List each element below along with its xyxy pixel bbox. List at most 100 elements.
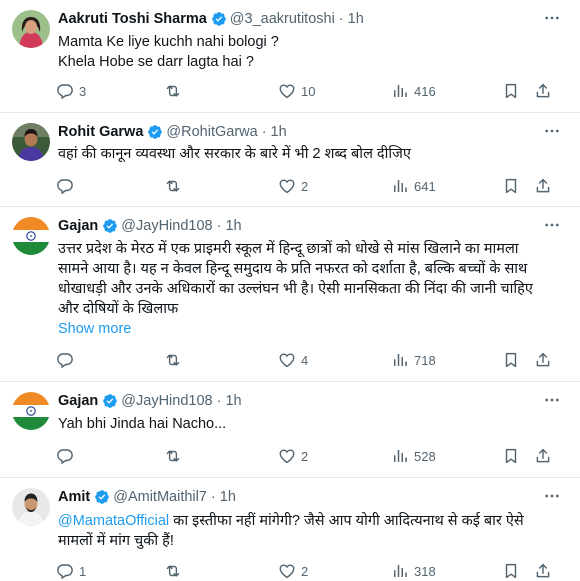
like-count: 10 <box>301 83 316 99</box>
views-button[interactable]: 318 <box>391 561 436 581</box>
more-icon[interactable] <box>542 8 562 28</box>
share-icon <box>534 177 552 195</box>
avatar[interactable] <box>12 217 50 255</box>
more-icon[interactable] <box>542 121 562 141</box>
like-count: 2 <box>301 178 309 194</box>
timestamp[interactable]: 1h <box>225 218 241 234</box>
like-icon <box>278 351 296 369</box>
bookmark-button[interactable] <box>502 561 520 581</box>
tweet[interactable]: Amit @AmitMaithil7 · 1h @MamataOfficial … <box>0 478 580 580</box>
view-count: 528 <box>414 448 436 464</box>
bookmark-button[interactable] <box>502 350 520 370</box>
timestamp[interactable]: 1h <box>225 393 241 409</box>
display-name[interactable]: Amit <box>58 489 90 505</box>
reply-count: 3 <box>79 83 87 99</box>
verified-badge-icon <box>102 393 118 409</box>
retweet-button[interactable] <box>164 81 187 101</box>
verified-badge-icon <box>94 489 110 505</box>
reply-button[interactable] <box>56 446 79 466</box>
text-line: Yah bhi Jinda hai Nacho... <box>58 416 227 432</box>
reply-icon <box>56 562 74 580</box>
share-button[interactable] <box>534 446 552 466</box>
bookmark-icon <box>502 562 520 580</box>
timestamp[interactable]: 1h <box>220 489 236 505</box>
share-button[interactable] <box>534 561 552 581</box>
like-button[interactable]: 4 <box>278 350 308 370</box>
user-handle[interactable]: @RohitGarwa <box>166 124 257 140</box>
user-handle[interactable]: @JayHind108 <box>121 393 212 409</box>
action-bar: 2 641 <box>56 176 566 196</box>
separator-dot: · <box>216 218 222 234</box>
views-button[interactable]: 528 <box>391 446 436 466</box>
more-icon[interactable] <box>542 215 562 235</box>
reply-button[interactable] <box>56 350 79 370</box>
avatar[interactable] <box>12 488 50 526</box>
more-icon[interactable] <box>542 486 562 506</box>
views-button[interactable]: 416 <box>391 81 436 101</box>
like-button[interactable]: 10 <box>278 81 315 101</box>
bookmark-button[interactable] <box>502 446 520 466</box>
share-button[interactable] <box>534 176 552 196</box>
retweet-icon <box>164 562 182 580</box>
reply-button[interactable]: 3 <box>56 81 86 101</box>
more-icon[interactable] <box>542 390 562 410</box>
view-count: 641 <box>414 178 436 194</box>
verified-badge-icon <box>102 218 118 234</box>
like-button[interactable]: 2 <box>278 561 308 581</box>
share-icon <box>534 447 552 465</box>
tweet[interactable]: Gajan @JayHind108 · 1h उत्तर प्रदेश के म… <box>0 207 580 382</box>
like-icon <box>278 447 296 465</box>
like-count: 2 <box>301 448 309 464</box>
separator-dot: · <box>338 11 344 27</box>
timestamp[interactable]: 1h <box>348 11 364 27</box>
share-button[interactable] <box>534 81 552 101</box>
retweet-button[interactable] <box>164 350 187 370</box>
like-icon <box>278 177 296 195</box>
timestamp[interactable]: 1h <box>271 124 287 140</box>
bookmark-button[interactable] <box>502 81 520 101</box>
retweet-button[interactable] <box>164 176 187 196</box>
mention-link[interactable]: @MamataOfficial <box>58 513 169 529</box>
reply-button[interactable]: 1 <box>56 561 86 581</box>
display-name[interactable]: Gajan <box>58 218 98 234</box>
views-button[interactable]: 641 <box>391 176 436 196</box>
reply-icon <box>56 447 74 465</box>
share-button[interactable] <box>534 350 552 370</box>
avatar[interactable] <box>12 10 50 48</box>
user-handle[interactable]: @JayHind108 <box>121 218 212 234</box>
separator-dot: · <box>261 124 267 140</box>
reply-button[interactable] <box>56 176 79 196</box>
user-handle[interactable]: @3_aakrutitoshi <box>230 11 335 27</box>
like-button[interactable]: 2 <box>278 176 308 196</box>
avatar[interactable] <box>12 392 50 430</box>
like-icon <box>278 562 296 580</box>
display-name[interactable]: Gajan <box>58 393 98 409</box>
separator-dot: · <box>216 393 222 409</box>
like-count: 4 <box>301 352 309 368</box>
views-icon <box>391 351 409 369</box>
display-name[interactable]: Rohit Garwa <box>58 124 143 140</box>
user-handle[interactable]: @AmitMaithil7 <box>113 489 207 505</box>
retweet-button[interactable] <box>164 561 187 581</box>
views-button[interactable]: 718 <box>391 350 436 370</box>
tweet-header: Amit @AmitMaithil7 · 1h <box>58 488 236 506</box>
views-icon <box>391 447 409 465</box>
tweet-text: Mamta Ke liye kuchh nahi bologi ? Khela … <box>58 32 558 72</box>
bookmark-button[interactable] <box>502 176 520 196</box>
tweet[interactable]: Aakruti Toshi Sharma @3_aakrutitoshi · 1… <box>0 0 580 113</box>
view-count: 318 <box>414 563 436 579</box>
show-more-link[interactable]: Show more <box>58 319 558 339</box>
view-count: 718 <box>414 352 436 368</box>
tweet[interactable]: Rohit Garwa @RohitGarwa · 1h वहां की कान… <box>0 113 580 207</box>
like-button[interactable]: 2 <box>278 446 308 466</box>
share-icon <box>534 562 552 580</box>
retweet-icon <box>164 351 182 369</box>
text-line: उत्तर प्रदेश के मेरठ में एक प्राइमरी स्क… <box>58 241 519 257</box>
retweet-button[interactable] <box>164 446 187 466</box>
views-icon <box>391 177 409 195</box>
reply-icon <box>56 351 74 369</box>
tweet[interactable]: Gajan @JayHind108 · 1h Yah bhi Jinda hai… <box>0 382 580 478</box>
display-name[interactable]: Aakruti Toshi Sharma <box>58 11 207 27</box>
reply-feed: Aakruti Toshi Sharma @3_aakrutitoshi · 1… <box>0 0 580 580</box>
avatar[interactable] <box>12 123 50 161</box>
